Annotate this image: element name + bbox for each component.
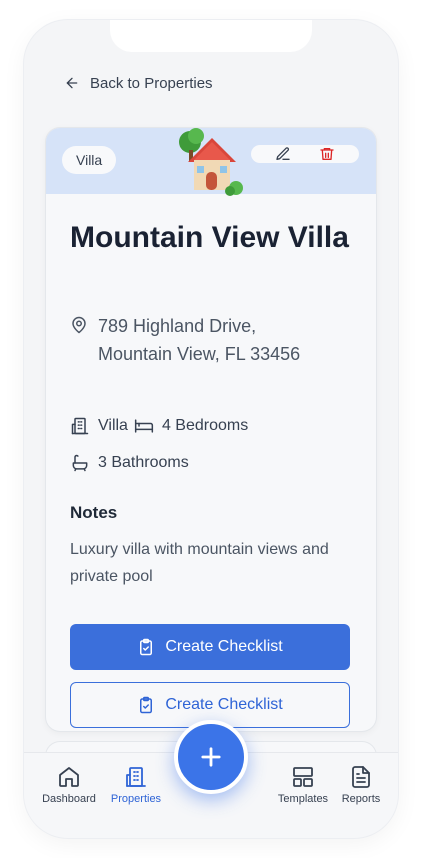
map-pin-icon [72,316,86,334]
property-address: 789 Highland Drive, Mountain View, FL 33… [70,312,328,368]
property-type-label: Villa [98,417,128,434]
building-icon [126,767,146,787]
address-text: 789 Highland Drive, Mountain View, FL 33… [98,316,301,364]
phone-frame: Back to Properties Villa Mountain View V… [24,20,398,838]
notes-heading: Notes [70,503,118,522]
phone-notch [110,20,312,52]
nav-reports[interactable]: Reports [326,765,396,805]
bedrooms-label: 4 Bedrooms [161,417,249,434]
file-text-icon [352,766,370,788]
edit-icon[interactable] [275,146,291,162]
add-fab-button[interactable] [174,720,248,794]
back-label: Back to Properties [90,74,213,92]
nav-properties[interactable]: Properties [101,765,171,805]
create-checklist-button[interactable]: Create Checklist [70,624,350,670]
clipboard-check-icon [140,638,153,656]
layout-icon [293,767,313,787]
property-meta-row: Villa 4 Bedrooms [70,416,248,436]
notes-text: Luxury villa with mountain views and pri… [70,541,329,585]
clipboard-check-icon [140,696,153,714]
nav-properties-label: Properties [110,793,162,805]
card-header-band: Villa [46,128,376,196]
house-illustration-icon [179,128,243,196]
back-to-properties-link[interactable]: Back to Properties [64,72,213,94]
bath-icon [72,454,88,472]
arrow-left-icon [66,77,78,89]
bathrooms-label: 3 Bathrooms [98,454,189,471]
create-checklist-label: Create Checklist [165,638,283,655]
building-icon [71,417,89,435]
nav-dashboard[interactable]: Dashboard [34,765,104,805]
trash-icon[interactable] [319,146,335,162]
property-type-badge: Villa [62,146,117,174]
create-checklist-outline-label: Create Checklist [165,696,283,713]
nav-templates-label: Templates [277,793,329,805]
property-card: Villa Mountain View Villa 789 Highland D… [46,128,376,731]
bed-icon [134,419,154,433]
nav-dashboard-label: Dashboard [42,793,96,805]
home-icon [59,767,79,787]
property-name: Mountain View Villa [70,221,349,254]
card-actions [251,145,359,163]
plus-icon [201,747,221,767]
property-meta-row-2: 3 Bathrooms [70,453,189,473]
nav-reports-label: Reports [341,793,381,805]
